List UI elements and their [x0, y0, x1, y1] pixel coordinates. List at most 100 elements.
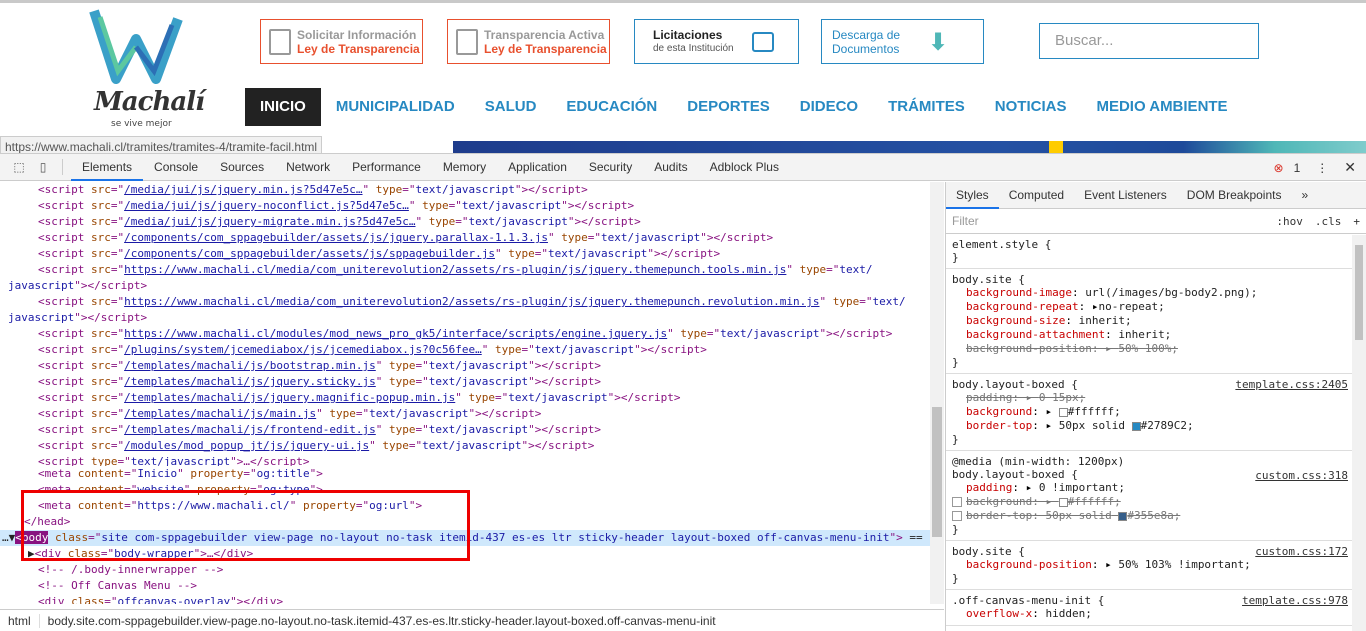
menu-item-educacion[interactable]: EDUCACIÓN [551, 88, 672, 126]
tree-line-wrap[interactable]: javascript"></script> [8, 278, 147, 294]
comment-line[interactable]: <!-- /.body-innerwrapper --> [38, 562, 283, 578]
close-icon[interactable]: ✕ [1344, 159, 1356, 176]
tab-computed[interactable]: Computed [999, 182, 1074, 209]
transparencia-activa-button[interactable]: Transparencia Activa Ley de Transparencia [447, 19, 610, 64]
menu-item-municipalidad[interactable]: MUNICIPALIDAD [321, 88, 470, 126]
css-prop[interactable]: padding: ▸ 0 !important; [952, 481, 1360, 495]
css-prop[interactable]: padding: ▸ 0 15px; [952, 391, 1360, 405]
tab-security[interactable]: Security [578, 154, 643, 181]
css-rule[interactable]: body.site { custom.css:172 background-po… [946, 541, 1366, 590]
menu-item-salud[interactable]: SALUD [470, 88, 552, 126]
meta-line[interactable]: <meta content="Inicio" property="og:titl… [38, 466, 422, 482]
tree-line[interactable]: <script src="/media/jui/js/jquery-noconf… [38, 198, 873, 214]
script-src[interactable]: /templates/machali/js/frontend-edit.js [124, 423, 376, 436]
error-count[interactable]: 1 [1294, 161, 1301, 175]
add-rule-icon[interactable]: + [1353, 215, 1360, 228]
elements-tree[interactable]: <script src="/media/jui/js/jquery.min.js… [0, 182, 944, 604]
css-rule[interactable]: .off-canvas-menu-init { template.css:978… [946, 590, 1366, 626]
css-prop[interactable]: overflow-x: hidden; [952, 607, 1360, 621]
prop-checkbox[interactable] [952, 497, 962, 507]
script-src[interactable]: /media/jui/js/jquery-noconflict.js?5d47e… [124, 199, 409, 212]
tree-line[interactable]: <script src="/media/jui/js/jquery.min.js… [38, 182, 873, 198]
css-prop[interactable]: border-top: 50px solid #355e8a; [952, 509, 1360, 523]
tab-console[interactable]: Console [143, 154, 209, 181]
rule-source-link[interactable]: template.css:978 [1242, 594, 1348, 607]
css-rule[interactable]: body.layout-boxed { template.css:2405 pa… [946, 374, 1366, 451]
search-input[interactable]: Buscar... [1039, 23, 1259, 59]
prop-checkbox[interactable] [952, 511, 962, 521]
menu-item-inicio[interactable]: INICIO [245, 88, 321, 126]
styles-scrollbar[interactable] [1352, 235, 1366, 631]
script-src[interactable]: /templates/machali/js/bootstrap.min.js [124, 359, 376, 372]
comment-line[interactable]: <!-- Off Canvas Menu --> [38, 578, 283, 594]
error-icon[interactable]: ⊗ [1274, 161, 1284, 175]
tree-line[interactable]: <script src="https://www.machali.cl/modu… [38, 326, 892, 342]
menu-item-deportes[interactable]: DEPORTES [672, 88, 785, 126]
tree-line[interactable]: <script src="/templates/machali/js/front… [38, 422, 892, 438]
tree-line[interactable]: <script src="/templates/machali/js/jquer… [38, 374, 892, 390]
tab-sources[interactable]: Sources [209, 154, 275, 181]
css-prop[interactable]: background-position: ▸ 50% 100%; [952, 342, 1360, 356]
css-prop[interactable]: background-size: inherit; [952, 314, 1360, 328]
licitaciones-button[interactable]: Licitaciones de esta Institución [634, 19, 799, 64]
styles-filter-input[interactable]: Filter :hov .cls + [946, 209, 1366, 234]
css-prop[interactable]: background-repeat: ▸no-repeat; [952, 300, 1360, 314]
tab-dom-breakpoints[interactable]: DOM Breakpoints [1177, 182, 1292, 209]
tree-line[interactable]: <script type="text/javascript">…</script… [38, 454, 892, 466]
color-swatch[interactable] [1131, 421, 1141, 431]
tab-adblock-plus[interactable]: Adblock Plus [699, 154, 790, 181]
script-src[interactable]: /media/jui/js/jquery-migrate.min.js?5d47… [124, 215, 415, 228]
tree-line[interactable]: <script src="https://www.machali.cl/medi… [38, 294, 906, 310]
menu-item-dideco[interactable]: DIDECO [785, 88, 873, 126]
tab-performance[interactable]: Performance [341, 154, 432, 181]
tree-line[interactable]: <script src="/templates/machali/js/jquer… [38, 390, 892, 406]
css-rule[interactable]: body.site { background-image: url(/image… [946, 269, 1366, 374]
tree-line[interactable]: <script src="/templates/machali/js/main.… [38, 406, 892, 422]
hov-toggle[interactable]: :hov [1276, 215, 1303, 228]
inspect-icon[interactable]: ⬚ [8, 159, 30, 175]
breadcrumb-body[interactable]: body.site.com-sppagebuilder.view-page.no… [40, 614, 724, 628]
solicitar-informacion-button[interactable]: Solicitar Información Ley de Transparenci… [260, 19, 423, 64]
tree-line-wrap[interactable]: javascript"></script> [8, 310, 147, 326]
more-options-icon[interactable]: ⋮ [1316, 161, 1328, 175]
css-rule[interactable]: @media (min-width: 1200px) body.layout-b… [946, 451, 1366, 541]
menu-item-tramites[interactable]: TRÁMITES [873, 88, 980, 126]
css-prop[interactable]: background-position: ▸ 50% 103% !importa… [952, 558, 1360, 572]
tab-application[interactable]: Application [497, 154, 578, 181]
script-src[interactable]: https://www.machali.cl/media/com_unitere… [124, 295, 819, 308]
tree-line[interactable]: <script src="/modules/mod_popup_jt/js/jq… [38, 438, 892, 454]
descarga-documentos-button[interactable]: Descarga de Documentos ⬇ [821, 19, 984, 64]
tree-line[interactable]: <script src="/media/jui/js/jquery-migrat… [38, 214, 873, 230]
css-prop[interactable]: border-top: ▸ 50px solid #2789C2; [952, 419, 1360, 433]
rule-source-link[interactable]: custom.css:318 [1255, 469, 1348, 482]
tree-line[interactable]: <script src="https://www.machali.cl/medi… [38, 262, 873, 278]
color-swatch[interactable] [1058, 497, 1068, 507]
script-src[interactable]: /media/jui/js/jquery.min.js?5d47e5c… [124, 183, 362, 196]
tree-line[interactable]: <script src="/templates/machali/js/boots… [38, 358, 892, 374]
tree-line[interactable]: <script src="/components/com_sppagebuild… [38, 230, 873, 246]
script-src[interactable]: /components/com_sppagebuilder/assets/js/… [124, 247, 495, 260]
tab-network[interactable]: Network [275, 154, 341, 181]
tree-line[interactable]: <div class="offcanvas-overlay"></div> [38, 594, 283, 604]
css-prop[interactable]: background: ▸ #ffffff; [952, 495, 1360, 509]
script-src[interactable]: https://www.machali.cl/media/com_unitere… [124, 263, 786, 276]
color-swatch[interactable] [1118, 511, 1128, 521]
breadcrumb-html[interactable]: html [0, 613, 40, 628]
menu-item-medio-ambiente[interactable]: MEDIO AMBIENTE [1081, 88, 1242, 126]
script-src[interactable]: /templates/machali/js/jquery.magnific-po… [124, 391, 455, 404]
menu-item-noticias[interactable]: NOTICIAS [980, 88, 1082, 126]
rule-source-link[interactable]: template.css:2405 [1235, 378, 1348, 391]
tab-memory[interactable]: Memory [432, 154, 497, 181]
tab-elements[interactable]: Elements [71, 154, 144, 181]
elements-scrollbar[interactable] [930, 182, 944, 604]
tab-event-listeners[interactable]: Event Listeners [1074, 182, 1177, 209]
tree-line[interactable]: <script src="/components/com_sppagebuild… [38, 246, 873, 262]
css-prop[interactable]: background-image: url(/images/bg-body2.p… [952, 286, 1360, 300]
cls-toggle[interactable]: .cls [1315, 215, 1342, 228]
script-src[interactable]: /templates/machali/js/main.js [124, 407, 316, 420]
script-src[interactable]: /plugins/system/jcemediabox/js/jcemediab… [124, 343, 482, 356]
device-toggle-icon[interactable]: ▯ [32, 159, 54, 175]
tab-styles[interactable]: Styles [946, 182, 999, 209]
script-src[interactable]: https://www.machali.cl/modules/mod_news_… [124, 327, 667, 340]
machali-logo[interactable]: Machalí se vive mejor [86, 9, 205, 129]
